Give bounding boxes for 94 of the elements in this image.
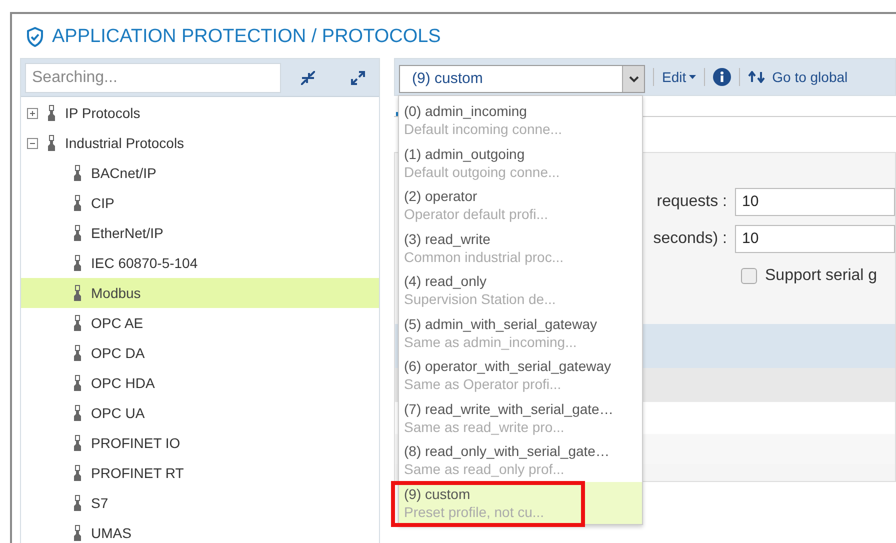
- plug-icon: [73, 315, 82, 331]
- tree-item[interactable]: PROFINET IO: [21, 428, 379, 458]
- plug-icon: [47, 135, 56, 151]
- page-title: APPLICATION PROTECTION / PROTOCOLS: [52, 24, 441, 49]
- shield-icon: [26, 27, 44, 47]
- tree-label: PROFINET RT: [91, 464, 184, 482]
- plug-icon: [73, 285, 82, 301]
- plug-icon: [73, 255, 82, 271]
- profile-select[interactable]: (9) custom: [399, 65, 645, 93]
- option-name: (1) admin_outgoing: [404, 144, 526, 163]
- plug-icon: [73, 375, 82, 391]
- tree-item[interactable]: Industrial Protocols: [21, 128, 379, 158]
- plug-icon: [73, 225, 82, 241]
- option-name: (9) custom: [404, 484, 472, 503]
- option-description: Supervision Station de...: [404, 290, 557, 308]
- option-description: Same as read_only prof...: [404, 460, 566, 478]
- dropdown-option[interactable]: (8) read_only_with_serial_gate… Same as read_only prof...: [399, 439, 642, 482]
- plug-icon: [73, 465, 82, 481]
- option-description: Same as admin_incoming...: [404, 332, 578, 351]
- checkbox[interactable]: [741, 268, 757, 284]
- tree-item[interactable]: EtherNet/IP: [21, 218, 379, 248]
- dropdown-option[interactable]: (7) read_write_with_serial_gate… Same as read_write pro...: [399, 396, 642, 439]
- tree-label: OPC UA: [91, 404, 145, 422]
- dropdown-option[interactable]: (4) read_only Supervision Station de...: [399, 269, 642, 312]
- plug-icon: [73, 525, 82, 541]
- plug-icon: [73, 165, 82, 181]
- tree-item[interactable]: PROFINET RT: [21, 458, 379, 488]
- tree-item[interactable]: Modbus: [21, 278, 379, 308]
- option-name: (8) read_only_with_serial_gate…: [404, 442, 610, 460]
- plug-icon: [73, 195, 82, 211]
- swap-icon: [748, 71, 766, 83]
- tree-label: OPC HDA: [91, 374, 155, 392]
- option-description: Same as read_write pro...: [404, 418, 566, 436]
- caret-icon[interactable]: [622, 66, 644, 92]
- tree-item[interactable]: S7: [21, 488, 379, 518]
- tree-label: IEC 60870-5-104: [91, 254, 198, 272]
- option-name: (7) read_write_with_serial_gate…: [404, 400, 614, 418]
- plug-icon: [73, 345, 82, 361]
- option-name: (2) operator: [404, 187, 478, 206]
- collapse-toggle[interactable]: [27, 138, 38, 148]
- option-description: Preset profile, not cu...: [404, 502, 546, 521]
- tree-label: Industrial Protocols: [65, 134, 184, 152]
- option-name: (6) operator_with_serial_gateway: [404, 357, 612, 376]
- option-description: Default outgoing conne...: [404, 162, 561, 181]
- search-field[interactable]: Searching...: [25, 62, 281, 92]
- checkbox-label: Support serial g: [765, 266, 878, 286]
- info-icon[interactable]: [713, 68, 732, 86]
- option-description: Operator default profi...: [404, 205, 549, 224]
- dropdown-option[interactable]: (5) admin_with_serial_gateway Same as admin_incoming...: [399, 312, 642, 354]
- expand-toggle[interactable]: [27, 108, 38, 118]
- tree-item[interactable]: UMAS: [21, 518, 379, 543]
- tree-label: BACnet/IP: [91, 164, 156, 182]
- tree-item[interactable]: OPC HDA: [21, 368, 379, 398]
- field-label: seconds) :: [653, 228, 727, 248]
- tree-item[interactable]: CIP: [21, 188, 379, 218]
- option-description: Same as Operator profi...: [404, 375, 562, 394]
- plug-icon: [73, 405, 82, 421]
- number-field[interactable]: 10: [735, 188, 895, 216]
- tree-item[interactable]: IP Protocols: [21, 98, 379, 128]
- tree-label: Modbus: [91, 284, 141, 302]
- option-name: (0) admin_incoming: [404, 102, 528, 120]
- option-name: (4) read_only: [404, 272, 488, 290]
- collapse-icon[interactable]: [301, 70, 315, 84]
- field-label: requests :: [656, 192, 727, 212]
- caret-icon: [689, 75, 696, 79]
- dropdown-option[interactable]: (2) operator Operator default profi...: [399, 184, 642, 226]
- number-field[interactable]: 10: [735, 224, 895, 252]
- edit-menu-button[interactable]: Edit: [662, 66, 696, 88]
- tree-label: CIP: [91, 194, 114, 212]
- expand-icon[interactable]: [351, 70, 365, 84]
- option-description: Default incoming conne...: [404, 120, 563, 138]
- plug-icon: [73, 495, 82, 511]
- plug-icon: [73, 435, 82, 451]
- tree-label: PROFINET IO: [91, 434, 180, 452]
- dropdown-option[interactable]: (6) operator_with_serial_gateway Same as Operator profi...: [399, 354, 642, 396]
- tree-label: UMAS: [91, 524, 132, 542]
- option-description: Common industrial proc...: [404, 248, 565, 266]
- tree-label: EtherNet/IP: [91, 224, 164, 242]
- dropdown-option[interactable]: (3) read_write Common industrial proc...: [399, 226, 642, 269]
- tree-item[interactable]: BACnet/IP: [21, 158, 379, 188]
- dropdown-option[interactable]: (1) admin_outgoing Default outgoing conne...: [399, 142, 642, 184]
- option-name: (3) read_write: [404, 230, 492, 248]
- tree-label: S7: [91, 494, 108, 512]
- tree-label: IP Protocols: [65, 104, 140, 122]
- tree-label: OPC DA: [91, 344, 145, 362]
- tree-item[interactable]: OPC AE: [21, 308, 379, 338]
- tree-item[interactable]: OPC DA: [21, 338, 379, 368]
- plug-icon: [47, 105, 56, 121]
- tree-item[interactable]: OPC UA: [21, 398, 379, 428]
- dropdown-option[interactable]: (0) admin_incoming Default incoming conne...: [399, 99, 642, 142]
- go-to-global-button[interactable]: Go to global: [748, 66, 848, 88]
- option-name: (5) admin_with_serial_gateway: [404, 314, 598, 333]
- tree-label: OPC AE: [91, 314, 144, 332]
- tree-item[interactable]: IEC 60870-5-104: [21, 248, 379, 278]
